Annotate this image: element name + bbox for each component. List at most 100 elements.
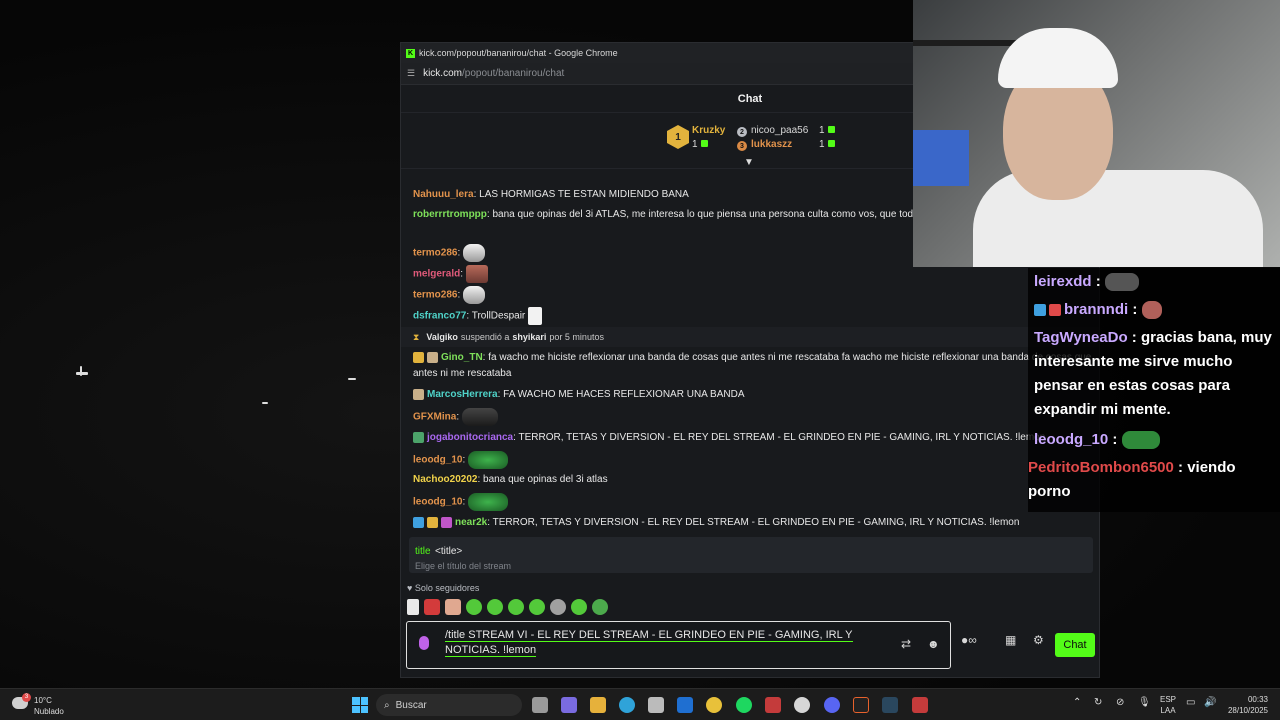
store-icon[interactable] [648, 697, 664, 713]
microphone-tray-icon[interactable]: 🎙 [1138, 697, 1151, 708]
leaderboard-second-count: 1 [819, 125, 835, 136]
network-icon[interactable]: ▭ [1186, 697, 1195, 708]
chat-username[interactable]: dsfranco77 [413, 311, 466, 322]
chat-message: leoodg_10: [413, 451, 1093, 469]
kick-logo-icon: K [406, 48, 415, 58]
chat-input[interactable]: /title STREAM VI - EL REY DEL STREAM - E… [406, 621, 951, 669]
chat-username[interactable]: leoodg_10 [413, 497, 462, 508]
overlay-message: leirexdd : [1034, 270, 1139, 294]
overlay-message: PedritoBombon6500 : viendo porno [1028, 456, 1276, 504]
emote-quick[interactable] [487, 599, 503, 615]
suspended-user[interactable]: shyikari [512, 332, 546, 342]
send-chat-button[interactable]: Chat [1055, 633, 1095, 657]
file-explorer-icon[interactable] [590, 697, 606, 713]
site-info-icon[interactable]: ☰ [407, 68, 415, 79]
network-off-icon[interactable]: ⊘ [1116, 697, 1124, 708]
microphone-icon[interactable] [419, 636, 429, 650]
chat-message: Gino_TN: fa wacho me hiciste reflexionar… [413, 350, 1093, 382]
shield-app-icon[interactable] [912, 697, 928, 713]
chat-message: near2k: TERROR, TETAS Y DIVERSION - EL R… [413, 515, 1093, 531]
chat-username[interactable]: GFXMina [413, 412, 456, 423]
emoji-icon[interactable]: ☻ [927, 637, 940, 651]
app-icon[interactable] [765, 697, 781, 713]
volume-icon[interactable]: 🔊 [1204, 697, 1216, 708]
weather-alert-badge: 3 [22, 693, 31, 702]
chat-text: : [462, 496, 466, 508]
subscriber-badge-icon [413, 388, 424, 400]
discord-icon[interactable] [824, 697, 840, 713]
emote-quick[interactable] [529, 599, 545, 615]
chat-text: : [456, 411, 460, 423]
weather-desc: Nublado [34, 707, 64, 716]
emote-quick[interactable] [466, 599, 482, 615]
chat-username[interactable]: MarcosHerrera [427, 389, 498, 400]
emote-quick[interactable] [550, 599, 566, 615]
chat-message: GFXMina: [413, 408, 1093, 426]
chat-username[interactable]: termo286 [413, 248, 457, 259]
store-icon[interactable]: ▦ [1005, 633, 1016, 647]
translate-icon[interactable]: ⇄ [901, 637, 911, 651]
command-description: Elige el título del stream [415, 561, 512, 571]
chat-text: : TERROR, TETAS Y DIVERSION - EL REY DEL… [487, 517, 1020, 528]
rank-3-badge-icon: 3 [737, 141, 747, 151]
settings-gear-icon[interactable]: ⚙ [1033, 633, 1044, 647]
url-host: kick.com [423, 68, 462, 79]
chat-username[interactable]: leoodg_10 [413, 455, 462, 466]
chat-username[interactable]: Nachoo20202 [413, 474, 477, 485]
emote-image [463, 286, 486, 304]
app-icon[interactable] [794, 697, 810, 713]
badge-icon [1034, 304, 1046, 317]
chat-username[interactable]: roberrrtromppp [413, 209, 487, 220]
taskbar-search[interactable]: ⌕ Buscar [376, 694, 522, 716]
start-menu-icon[interactable] [352, 697, 368, 713]
emote-image [462, 408, 499, 426]
chat-input-text[interactable]: /title STREAM VI - EL REY DEL STREAM - E… [445, 628, 891, 658]
emote-quick[interactable] [424, 599, 440, 615]
steam-icon[interactable] [882, 697, 898, 713]
emote-hands-icon[interactable] [407, 599, 419, 615]
command-suggestion[interactable]: title <title> Elige el título del stream [409, 537, 1093, 573]
chat-username[interactable]: termo286 [413, 290, 457, 301]
emote-quick[interactable] [445, 599, 461, 615]
app-icon[interactable] [853, 697, 869, 713]
emote-quick[interactable] [571, 599, 587, 615]
system-clock[interactable]: 00:33 28/10/2025 [1226, 694, 1268, 716]
infinity-icon[interactable]: ●∞ [961, 633, 977, 647]
desktop-light [80, 366, 82, 376]
overlay-username: PedritoBombon6500 [1028, 459, 1174, 476]
copilot-icon[interactable] [561, 697, 577, 713]
followers-only-indicator: ♥ Solo seguidores [407, 583, 479, 593]
emote-image [1141, 301, 1162, 320]
outlook-icon[interactable] [677, 697, 693, 713]
chat-username[interactable]: near2k [455, 517, 487, 528]
chevron-up-icon[interactable]: ⌃ [1073, 697, 1081, 708]
chrome-icon[interactable] [706, 697, 722, 713]
emote-image [528, 307, 543, 325]
chat-username[interactable]: melgerald [413, 269, 460, 280]
edge-browser-icon[interactable] [619, 697, 635, 713]
chat-text: : FA WACHO ME HACES REFLEXIONAR UNA BAND… [497, 389, 745, 400]
windows-taskbar: 3 10°C Nublado ⌕ Buscar ⌃ ↻ ⊘ 🎙 ESP LAA ▭ 🔊… [0, 688, 1280, 720]
heart-icon: ♥ [407, 583, 413, 593]
chat-username[interactable]: jogabonitocrianca [427, 432, 513, 443]
hourglass-icon: ⧗ [413, 331, 420, 342]
chat-username[interactable]: Gino_TN [441, 352, 483, 363]
emote-quick[interactable] [592, 599, 608, 615]
quick-emote-bar [407, 599, 608, 615]
language-indicator[interactable]: ESP LAA [1160, 694, 1176, 716]
leaderboard-third-name[interactable]: lukkaszz [751, 139, 792, 150]
moderator-name[interactable]: Valgiko [426, 332, 458, 342]
spotify-icon[interactable] [736, 697, 752, 713]
leaderboard-first-count: 1 [692, 139, 708, 150]
chat-username[interactable]: Nahuuu_lera [413, 189, 474, 200]
gift-badge-icon [441, 516, 452, 528]
leaderboard-first-name[interactable]: Kruzky [692, 125, 725, 136]
overlay-username: TagWyneaDo [1034, 329, 1128, 346]
emote-quick[interactable] [508, 599, 524, 615]
clock-date: 28/10/2025 [1227, 706, 1268, 715]
leaderboard-second-name[interactable]: nicoo_paa56 [751, 125, 808, 136]
chat-message: Nachoo20202: bana que opinas del 3i atla… [413, 472, 1093, 488]
task-view-icon[interactable] [532, 697, 548, 713]
overlay-text: : [1128, 301, 1138, 318]
sync-icon[interactable]: ↻ [1094, 697, 1102, 708]
